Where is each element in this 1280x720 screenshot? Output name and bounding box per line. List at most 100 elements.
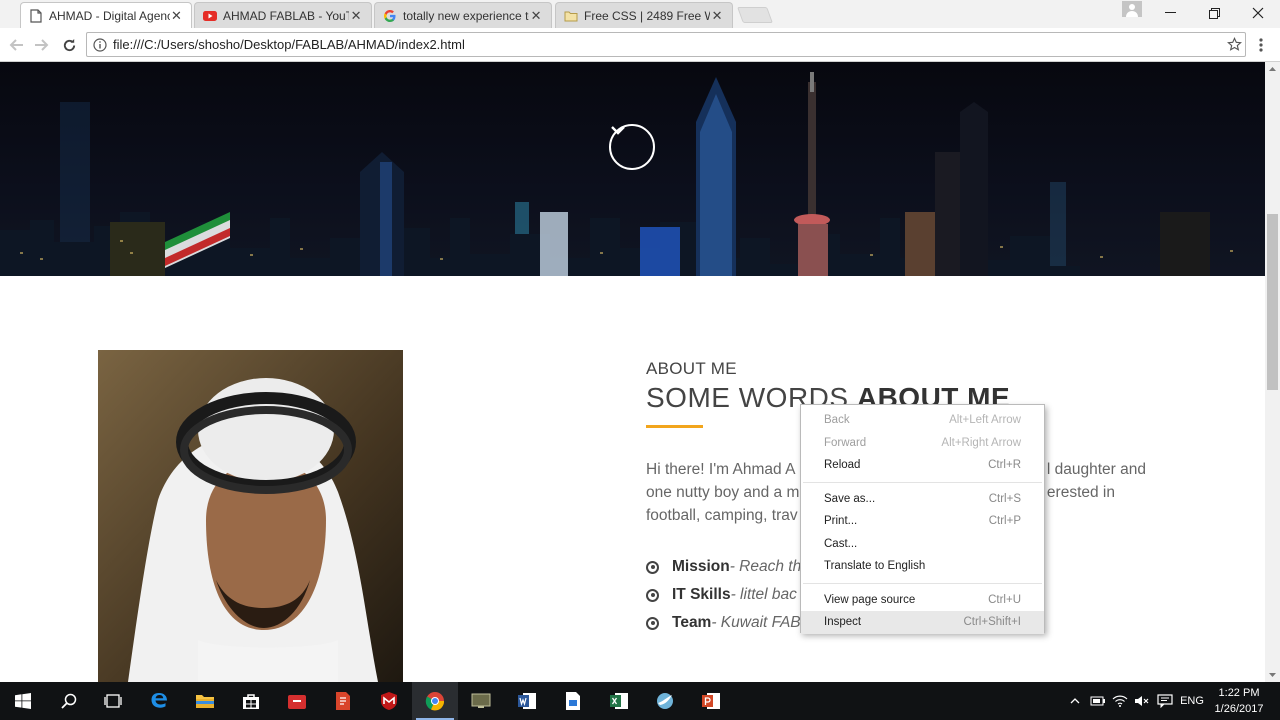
search-button[interactable] [46,682,92,720]
feature-desc: - Reach th [729,558,802,575]
bookmark-star-icon[interactable] [1223,37,1245,52]
scroll-down-button[interactable] [609,124,655,170]
taskbar-media-app[interactable] [458,682,504,720]
google-icon [383,9,397,23]
chrome-menu-icon[interactable] [1254,35,1268,55]
feature-name: IT Skills [672,586,731,603]
profile-icon[interactable] [1122,1,1142,17]
page-icon [29,9,43,23]
new-tab-button[interactable] [737,7,773,23]
close-icon[interactable]: ✕ [710,8,724,23]
close-icon[interactable]: ✕ [529,8,543,23]
menu-item-forward[interactable]: Forward Alt+Right Arrow [801,432,1044,455]
feature-item-it-skills: IT Skills - littel bac [646,586,797,604]
taskbar-edge[interactable] [136,682,182,720]
shield-icon [381,692,397,710]
powerpoint-icon [702,693,720,709]
page-scrollbar[interactable] [1265,62,1280,682]
menu-separator [803,582,1042,584]
tab-ahmad-fablab-youtube[interactable]: AHMAD FABLAB - YouTube ✕ [194,2,372,28]
menu-item-cast[interactable]: Cast... [801,533,1044,556]
tray-chevron-up-icon[interactable] [1066,682,1084,720]
windows-logo-icon [15,693,31,709]
language-indicator[interactable]: ENG [1178,682,1206,720]
feature-desc: - littel bac [730,586,797,603]
menu-shortcut: Ctrl+R [988,459,1021,472]
minimize-button[interactable] [1148,0,1192,26]
chrome-icon [425,692,445,711]
system-clock[interactable]: 1:22 PM 1/26/2017 [1206,685,1272,717]
tab-label: AHMAD FABLAB - YouTube [223,8,349,23]
address-bar[interactable]: file:///C:/Users/shosho/Desktop/FABLAB/A… [86,32,1246,57]
taskbar-store[interactable] [228,682,274,720]
taskbar-mcafee[interactable] [366,682,412,720]
tab-totally-new-experience[interactable]: totally new experience to ✕ [374,2,552,28]
profile-photo [98,350,403,682]
battery-icon[interactable] [1088,682,1108,720]
taskbar-file[interactable] [550,682,596,720]
about-kicker: ABOUT ME [646,359,737,378]
scrollbar-thumb[interactable] [1267,214,1278,390]
speaker-muted-icon[interactable] [1132,682,1152,720]
document-red-icon [336,692,350,710]
menu-item-print[interactable]: Print... Ctrl+P [801,510,1044,533]
feature-item-mission: Mission - Reach th [646,558,801,576]
menu-label: Save as... [824,492,876,505]
about-text-line-3: football, camping, trav [646,507,798,524]
taskbar-app-red[interactable] [274,682,320,720]
excel-icon [610,693,628,709]
search-icon [61,693,77,709]
scroll-down-arrow-icon[interactable] [1265,668,1280,682]
back-button[interactable] [6,35,26,55]
tab-free-css[interactable]: Free CSS | 2489 Free Web ✕ [555,2,733,28]
tab-strip: AHMAD - Digital Agency ✕ AHMAD FABLAB - … [0,0,1280,29]
page-viewport: ABOUT ME SOME WORDS ABOUT ME Hi there! I… [0,62,1265,682]
scroll-up-arrow-icon[interactable] [1265,62,1280,76]
start-button[interactable] [0,682,46,720]
clock-time: 1:22 PM [1218,687,1260,699]
menu-shortcut: Ctrl+S [988,492,1021,505]
menu-item-save-as[interactable]: Save as... Ctrl+S [801,488,1044,511]
menu-label: Translate to English [824,560,926,573]
feature-item-team: Team - Kuwait FAB [646,614,801,632]
menu-shortcut: Alt+Left Arrow [949,414,1021,427]
menu-item-back[interactable]: Back Alt+Left Arrow [801,409,1044,432]
taskbar-excel[interactable] [596,682,642,720]
taskbar-app-document[interactable] [320,682,366,720]
taskbar-powerpoint[interactable] [688,682,734,720]
tab-ahmad-digital-agency[interactable]: AHMAD - Digital Agency ✕ [20,2,192,29]
menu-item-view-source[interactable]: View page source Ctrl+U [801,589,1044,612]
menu-separator [803,481,1042,483]
tab-label: Free CSS | 2489 Free Web [584,8,711,23]
folder-icon [196,695,214,708]
folder-icon [564,9,578,23]
close-window-button[interactable] [1236,0,1280,26]
menu-item-translate[interactable]: Translate to English [801,555,1044,578]
taskbar-file-explorer[interactable] [182,682,228,720]
wifi-icon[interactable] [1110,682,1130,720]
screen: AHMAD - Digital Agency ✕ AHMAD FABLAB - … [0,0,1280,720]
reload-button[interactable] [59,35,79,55]
taskbar-chrome[interactable] [412,682,458,720]
task-view-button[interactable] [90,682,136,720]
menu-label: Print... [824,515,858,528]
tab-label: AHMAD - Digital Agency [49,9,170,23]
info-icon[interactable] [87,37,113,52]
restore-button[interactable] [1192,0,1236,26]
windows-taskbar: ENG 1:22 PM 1/26/2017 [0,682,1280,720]
close-icon[interactable]: ✕ [349,8,363,23]
taskbar-word[interactable] [504,682,550,720]
notifications-icon[interactable] [1154,682,1176,720]
tab-label: totally new experience to [403,8,530,23]
clock-date: 1/26/2017 [1214,703,1264,715]
youtube-icon [203,9,217,23]
store-icon [243,694,259,709]
taskbar-app-bird[interactable] [642,682,688,720]
menu-item-reload[interactable]: Reload Ctrl+R [801,454,1044,477]
file-icon [566,692,580,710]
close-icon[interactable]: ✕ [170,9,183,23]
menu-label: View page source [824,593,916,606]
forward-button[interactable] [32,35,52,55]
menu-item-inspect[interactable]: Inspect Ctrl+Shift+I [801,611,1044,634]
menu-label: Cast... [824,537,858,550]
